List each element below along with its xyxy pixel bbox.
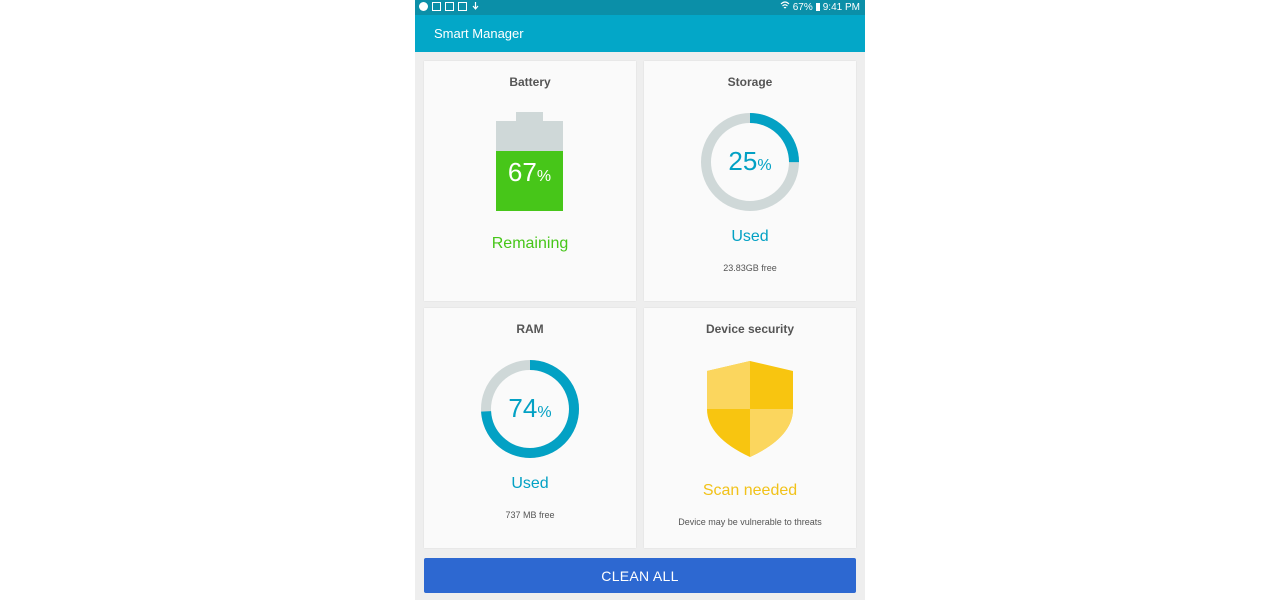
image-notification-icon <box>458 2 467 11</box>
status-indicators: 67% 9:41 PM <box>780 1 860 13</box>
storage-card[interactable]: Storage 25% Used 23.83GB free <box>644 61 856 301</box>
battery-card-title: Battery <box>509 75 551 89</box>
battery-percent: 67% <box>507 157 552 187</box>
battery-card[interactable]: Battery 67% Remaining <box>424 61 636 301</box>
device-security-card-title: Device security <box>705 322 795 336</box>
security-warning-text: Device may be vulnerable to threats <box>678 517 822 527</box>
battery-icon <box>815 3 820 11</box>
ram-card[interactable]: RAM 74% Used 737 MB free <box>424 308 636 548</box>
clock-text: 9:41 PM <box>822 1 860 13</box>
storage-ring-chart: 25% <box>700 112 800 212</box>
ram-ring-chart: 74% <box>480 359 580 459</box>
storage-free-text: 23.83GB free <box>723 263 777 273</box>
status-bar: 67% 9:41 PM <box>415 0 865 15</box>
ram-free-text: 737 MB free <box>505 510 555 520</box>
battery-gauge-icon: 67% <box>496 112 563 212</box>
gallery-notification-icon <box>445 2 454 11</box>
ram-card-title: RAM <box>516 322 544 336</box>
storage-percent: 25% <box>728 146 772 176</box>
download-icon <box>471 2 480 11</box>
app-title: Smart Manager <box>434 26 524 41</box>
battery-percent-text: 67% <box>792 1 813 13</box>
app-bar: Smart Manager <box>415 15 865 52</box>
shield-icon <box>705 359 795 464</box>
storage-status: Used <box>731 228 769 245</box>
notification-icons <box>419 2 480 11</box>
security-status: Scan needed <box>702 482 798 499</box>
ram-percent: 74% <box>508 393 552 423</box>
ram-status: Used <box>511 475 549 492</box>
phone-screen: 67% 9:41 PM Smart Manager Battery 67% Re… <box>415 0 865 600</box>
device-security-card[interactable]: Device security Scan needed Device may b… <box>644 308 856 548</box>
chat-notification-icon <box>419 2 428 11</box>
battery-status: Remaining <box>491 235 569 252</box>
battery-body: 67% <box>496 121 563 211</box>
wifi-icon <box>780 1 790 13</box>
gallery-notification-icon <box>432 2 441 11</box>
storage-card-title: Storage <box>727 75 773 89</box>
clean-all-button[interactable]: CLEAN ALL <box>424 558 856 593</box>
